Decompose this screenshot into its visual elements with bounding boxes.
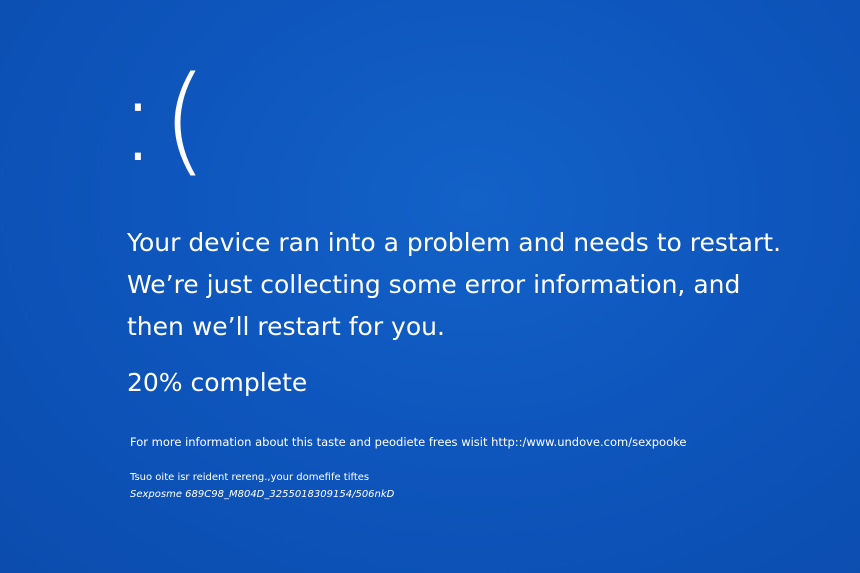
error-message: Your device ran into a problem and needs… <box>127 222 827 348</box>
bsod-screen: :( Your device ran into a problem and ne… <box>0 0 860 573</box>
sad-face-emoticon: :( <box>118 50 212 188</box>
stop-code-line: Sexposme 689C98_M804D_3255018309154/506n… <box>130 489 395 500</box>
message-line-2: We’re just collecting some error informa… <box>127 270 741 299</box>
message-line-1: Your device ran into a problem and needs… <box>127 228 782 257</box>
stop-code-block: Tsuo oite isr reident rereng.,your domef… <box>130 469 394 503</box>
more-info-text: For more information about this taste an… <box>130 435 687 449</box>
support-line: Tsuo oite isr reident rereng.,your domef… <box>130 472 370 483</box>
message-line-3: then we’ll restart for you. <box>127 312 445 341</box>
progress-text: 20% complete <box>127 368 308 397</box>
